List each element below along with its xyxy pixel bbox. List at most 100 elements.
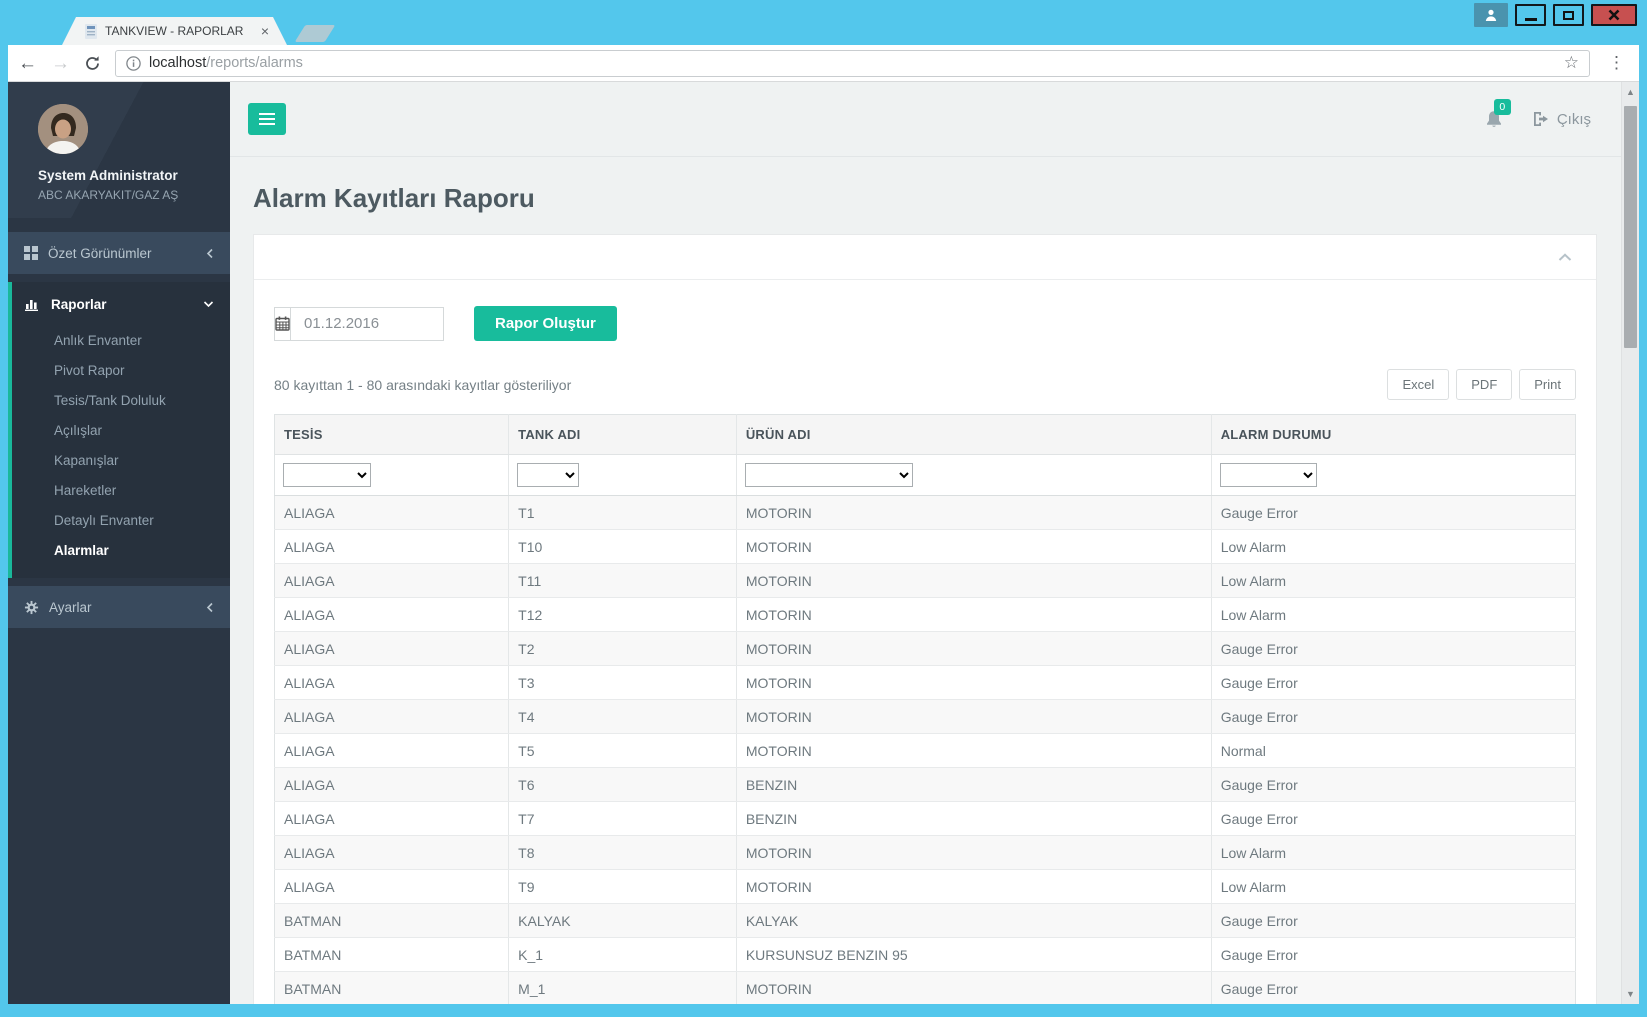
table-cell: T1 <box>508 495 737 530</box>
table-cell: MOTORIN <box>736 733 1212 768</box>
table-row: ALIAGA T8 MOTORIN Low Alarm <box>274 835 1576 870</box>
app-topbar: 0 Çıkış <box>230 82 1621 157</box>
profile-avatar-button[interactable] <box>1474 3 1508 27</box>
sidebar-subitem-anlik-envanter[interactable]: Anlık Envanter <box>12 326 230 356</box>
window-titlebar: TANKVIEW - RAPORLAR × <box>0 0 1647 45</box>
address-bar[interactable]: localhost/reports/alarms ☆ <box>115 49 1590 77</box>
main-content: 0 Çıkış Alarm Kayıtları Raporu 01.12.201… <box>230 82 1621 1004</box>
scroll-up-icon[interactable]: ▲ <box>1622 87 1639 97</box>
table-cell: ALIAGA <box>274 631 510 666</box>
new-tab-button[interactable] <box>294 25 336 42</box>
table-row: ALIAGA T11 MOTORIN Low Alarm <box>274 563 1576 598</box>
table-cell: ALIAGA <box>274 869 510 904</box>
table-cell: ALIAGA <box>274 597 510 632</box>
sidebar-subitem-alarmlar[interactable]: Alarmlar <box>12 536 230 566</box>
sidebar-subitem-hareketler[interactable]: Hareketler <box>12 476 230 506</box>
app-viewport: System Administrator ABC AKARYAKIT/GAZ A… <box>8 82 1639 1004</box>
table-cell: ALIAGA <box>274 529 510 564</box>
table-cell: ALIAGA <box>274 733 510 768</box>
table-cell: ALIAGA <box>274 563 510 598</box>
maximize-icon <box>1563 10 1574 20</box>
tank-adi-filter-select[interactable] <box>517 463 580 487</box>
table-cell: ALIAGA <box>274 495 510 530</box>
table-cell: MOTORIN <box>736 971 1212 1004</box>
avatar <box>38 104 88 154</box>
bar-chart-icon <box>25 297 41 311</box>
sidebar-subitem-pivot-rapor[interactable]: Pivot Rapor <box>12 356 230 386</box>
table-cell: T11 <box>508 563 737 598</box>
close-icon <box>1608 9 1620 21</box>
chevron-left-icon <box>206 248 214 259</box>
table-cell: T2 <box>508 631 737 666</box>
table-row: ALIAGA T3 MOTORIN Gauge Error <box>274 665 1576 700</box>
collapse-chevron-up-icon[interactable] <box>1558 252 1572 262</box>
minimize-icon <box>1524 17 1537 21</box>
report-date-input[interactable] <box>291 307 503 340</box>
table-cell: KURSUNSUZ BENZIN 95 <box>736 937 1212 972</box>
sidebar-item-settings[interactable]: Ayarlar <box>8 586 230 628</box>
table-cell: Normal <box>1211 733 1576 768</box>
grid-icon <box>24 246 38 260</box>
table-cell: T6 <box>508 767 737 802</box>
table-cell: ALIAGA <box>274 665 510 700</box>
export-excel-button[interactable]: Excel <box>1387 369 1450 400</box>
table-cell: K_1 <box>508 937 737 972</box>
logout-icon <box>1533 112 1548 126</box>
chevron-down-icon <box>203 300 214 308</box>
bookmark-star-icon[interactable]: ☆ <box>1564 53 1579 73</box>
sidebar-toggle-button[interactable] <box>248 103 286 135</box>
alarm-durumu-filter-select[interactable] <box>1219 463 1317 487</box>
column-header-tesis: TESİS <box>274 414 510 455</box>
info-icon[interactable] <box>126 55 141 71</box>
user-organization: ABC AKARYAKIT/GAZ AŞ <box>38 188 179 202</box>
browser-tab[interactable]: TANKVIEW - RAPORLAR × <box>62 17 287 45</box>
sidebar-item-reports[interactable]: Raporlar <box>12 282 230 326</box>
url-text: localhost/reports/alarms <box>149 55 303 71</box>
notifications-button[interactable]: 0 <box>1484 98 1511 130</box>
sidebar-item-overview[interactable]: Özet Görünümler <box>8 232 230 274</box>
close-button[interactable] <box>1591 4 1637 26</box>
table-cell: BATMAN <box>274 971 510 1004</box>
sidebar-subitem-detayli-envanter[interactable]: Detaylı Envanter <box>12 506 230 536</box>
export-buttons: Excel PDF Print <box>1387 369 1576 400</box>
logout-button[interactable]: Çıkış <box>1532 111 1591 128</box>
chevron-left-icon <box>206 602 214 613</box>
tesis-filter-select[interactable] <box>283 463 371 487</box>
back-icon[interactable]: ← <box>18 54 37 73</box>
table-row: BATMAN KALYAK KALYAK Gauge Error <box>274 903 1576 938</box>
table-header-row: TESİS TANK ADI ÜRÜN ADI ALARM DURUMU <box>274 414 1576 455</box>
user-name: System Administrator <box>38 168 178 183</box>
table-cell: MOTORIN <box>736 869 1212 904</box>
sidebar-section-reports: Raporlar Anlık Envanter Pivot Rapor Tesi… <box>8 282 230 578</box>
table-cell: Gauge Error <box>1211 903 1576 938</box>
table-row: BATMAN K_1 KURSUNSUZ BENZIN 95 Gauge Error <box>274 937 1576 972</box>
table-cell: M_1 <box>508 971 737 1004</box>
sidebar-subitem-acilislar[interactable]: Açılışlar <box>12 416 230 446</box>
refresh-icon[interactable] <box>84 55 101 72</box>
table-cell: Gauge Error <box>1211 631 1576 666</box>
tab-title: TANKVIEW - RAPORLAR <box>105 24 244 38</box>
browser-toolbar: ← → localhost/reports/alarms ☆ ⋮ <box>8 45 1639 82</box>
scroll-down-icon[interactable]: ▼ <box>1622 989 1639 999</box>
export-print-button[interactable]: Print <box>1519 369 1576 400</box>
export-pdf-button[interactable]: PDF <box>1456 369 1513 400</box>
minimize-button[interactable] <box>1515 4 1546 26</box>
scrollbar-thumb[interactable] <box>1624 106 1637 348</box>
table-cell: BENZIN <box>736 801 1212 836</box>
browser-window: TANKVIEW - RAPORLAR × ← → localhost/repo… <box>0 0 1647 1017</box>
urun-adi-filter-select[interactable] <box>744 463 913 487</box>
tab-close-icon[interactable]: × <box>261 24 269 38</box>
sidebar-subitem-tesis-tank-doluluk[interactable]: Tesis/Tank Doluluk <box>12 386 230 416</box>
table-cell: MOTORIN <box>736 631 1212 666</box>
table-row: ALIAGA T12 MOTORIN Low Alarm <box>274 597 1576 632</box>
maximize-button[interactable] <box>1553 4 1584 26</box>
generate-report-button[interactable]: Rapor Oluştur <box>474 306 617 341</box>
table-cell: Low Alarm <box>1211 597 1576 632</box>
calendar-icon[interactable] <box>275 307 291 340</box>
sidebar-item-label: Özet Görünümler <box>48 245 152 261</box>
sidebar-subitem-kapanislar[interactable]: Kapanışlar <box>12 446 230 476</box>
sidebar-menu: Özet Görünümler Raporlar Anlık Envanter … <box>8 232 230 636</box>
panel-header <box>254 235 1596 280</box>
browser-menu-icon[interactable]: ⋮ <box>1604 53 1629 73</box>
date-input-group <box>274 306 503 341</box>
